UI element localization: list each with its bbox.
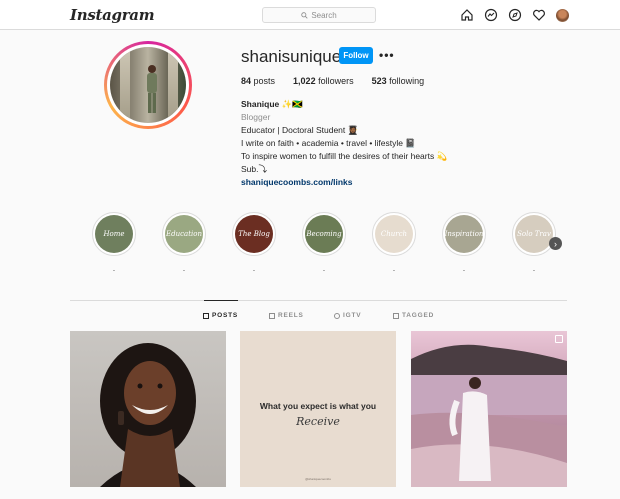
person-figure	[147, 65, 157, 113]
highlight-caption: .	[252, 264, 256, 273]
highlight-home[interactable]: Home	[92, 212, 136, 256]
highlight-the-blog[interactable]: The Blog	[232, 212, 276, 256]
quote-text: What you expect is what you	[259, 401, 377, 411]
following-label: following	[389, 76, 425, 86]
highlight-becoming[interactable]: Becoming	[302, 212, 346, 256]
highlight-label: Inspiration	[445, 215, 483, 253]
top-navigation-bar: Instagram Search	[0, 0, 620, 30]
profile-picture[interactable]	[104, 41, 192, 129]
nav-icons	[460, 8, 569, 22]
igtv-icon	[334, 312, 340, 319]
explore-icon[interactable]	[508, 8, 522, 22]
avatar[interactable]	[556, 8, 569, 22]
highlight-label: Education	[165, 215, 203, 253]
beach-photo	[411, 344, 567, 487]
bio-line: I write on faith • academia • travel • l…	[241, 138, 416, 148]
active-tab-indicator	[204, 300, 238, 301]
tagged-icon	[393, 312, 399, 319]
following-count: 523	[371, 76, 387, 86]
followers-label: followers	[318, 76, 354, 86]
search-input[interactable]: Search	[262, 7, 376, 23]
highlight-label: Church	[375, 215, 413, 253]
highlight-label: The Blog	[235, 215, 273, 253]
highlight-label: Solo Trav	[515, 215, 553, 253]
search-icon	[301, 11, 308, 19]
instagram-logo[interactable]: Instagram	[70, 6, 155, 24]
posts-label: posts	[253, 76, 276, 86]
quote-footer: @shaniquecoombs	[305, 477, 331, 481]
highlight-caption: .	[182, 264, 186, 273]
bio-link[interactable]: shaniquecoombs.com/links	[241, 176, 447, 189]
highlights-next-button[interactable]: ›	[549, 237, 562, 250]
highlight-church[interactable]: Church	[372, 212, 416, 256]
bio-name: Shanique ✨🇯🇲	[241, 99, 303, 109]
tab-tagged[interactable]: TAGGED	[393, 312, 434, 319]
bio-category: Blogger	[241, 112, 271, 122]
highlight-label: Becoming	[305, 215, 343, 253]
highlight-inspiration[interactable]: Inspiration	[442, 212, 486, 256]
profile-bio: Shanique ✨🇯🇲 Blogger Educator | Doctoral…	[241, 98, 447, 189]
profile-stats: 84 posts 1,022 followers 523 following	[241, 76, 442, 86]
quote-script-text: Receive	[296, 415, 340, 428]
followers-count: 1,022	[293, 76, 316, 86]
posts-stat: 84 posts	[241, 76, 275, 86]
more-options-button[interactable]: •••	[379, 48, 395, 62]
posts-count: 84	[241, 76, 252, 86]
tab-label: IGTV	[343, 312, 362, 319]
home-icon[interactable]	[460, 8, 474, 22]
highlight-label: Home	[95, 215, 133, 253]
story-highlights: Home . Education . The Blog . Becoming .…	[92, 212, 572, 276]
profile-photo	[110, 47, 186, 123]
grid-icon	[203, 312, 209, 319]
following-stat[interactable]: 523 following	[372, 76, 425, 86]
followers-stat[interactable]: 1,022 followers	[293, 76, 354, 86]
tab-igtv[interactable]: IGTV	[334, 312, 361, 319]
chevron-right-icon: ›	[554, 238, 557, 249]
post-portrait[interactable]	[70, 331, 226, 487]
heart-icon[interactable]	[532, 8, 546, 22]
highlight-solo-travel[interactable]: Solo Trav	[512, 212, 556, 256]
bio-line: Sub.⤵	[241, 164, 267, 174]
tab-reels[interactable]: REELS	[269, 312, 304, 319]
post-beach[interactable]	[411, 331, 567, 487]
highlight-education[interactable]: Education	[162, 212, 206, 256]
tabs-divider	[70, 300, 567, 301]
search-placeholder: Search	[311, 10, 337, 20]
follow-button[interactable]: Follow	[339, 47, 373, 64]
highlight-caption: .	[532, 264, 536, 273]
tab-label: POSTS	[212, 312, 239, 319]
portrait-photo	[100, 343, 196, 487]
highlight-caption: .	[112, 264, 116, 273]
post-quote[interactable]: What you expect is what you Receive @sha…	[240, 331, 396, 487]
highlight-caption: .	[462, 264, 466, 273]
tab-label: REELS	[278, 312, 304, 319]
highlight-caption: .	[392, 264, 396, 273]
bio-line: To inspire women to fulfill the desires …	[241, 151, 448, 161]
profile-username: shanisunique	[241, 47, 342, 66]
tab-label: TAGGED	[402, 312, 435, 319]
tab-posts[interactable]: POSTS	[203, 312, 238, 319]
reels-icon	[269, 312, 275, 319]
multi-photo-icon	[555, 335, 563, 343]
messenger-icon[interactable]	[484, 8, 498, 22]
highlight-caption: .	[322, 264, 326, 273]
bio-line: Educator | Doctoral Student 👩🏾‍🎓	[241, 125, 359, 135]
